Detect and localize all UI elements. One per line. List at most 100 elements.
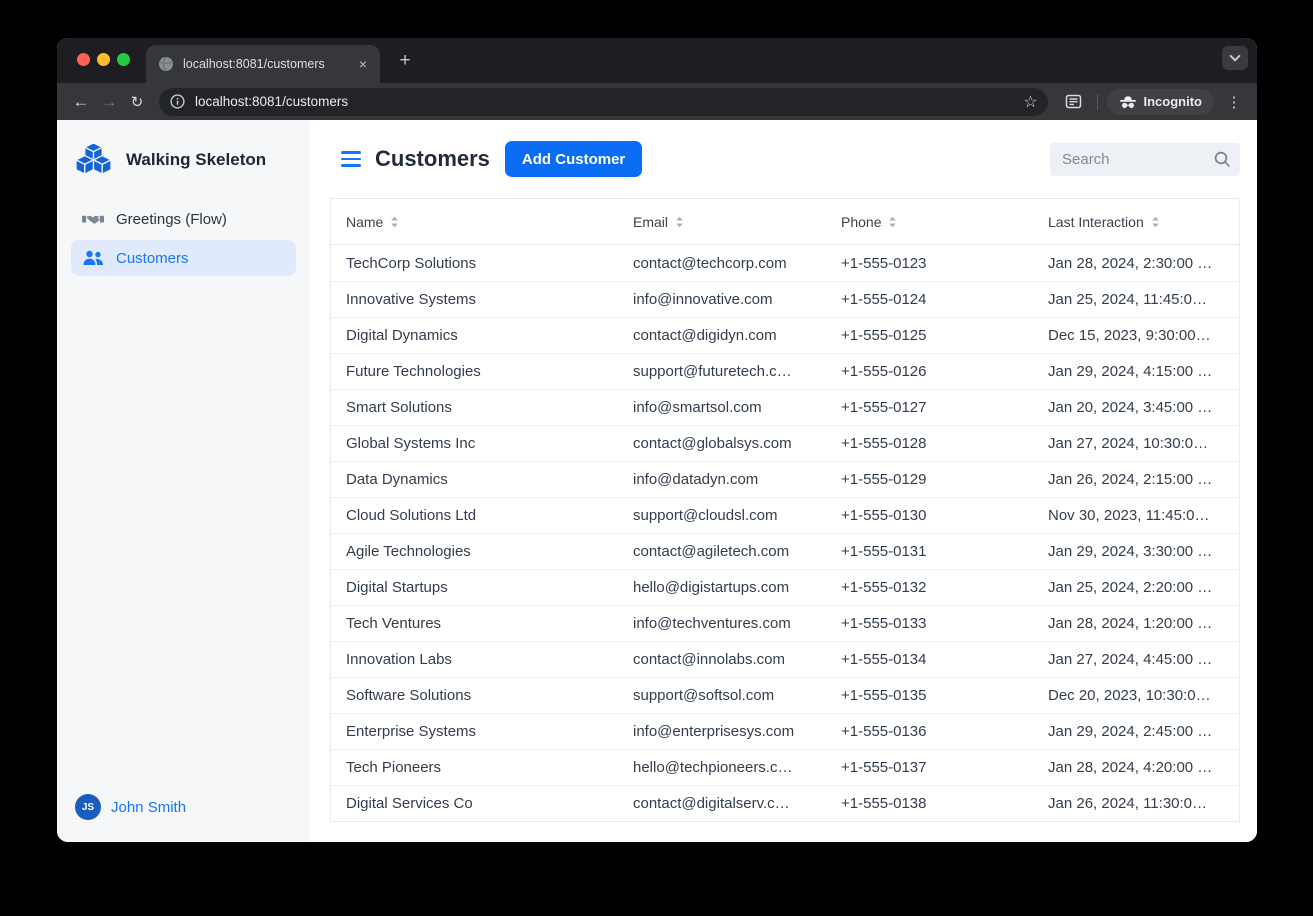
search-box — [1050, 143, 1240, 176]
app-title: Walking Skeleton — [126, 150, 266, 170]
cell-email: info@innovative.com — [618, 291, 826, 308]
sidebar-item-label: Greetings (Flow) — [116, 211, 227, 228]
table-row[interactable]: Smart Solutions info@smartsol.com +1-555… — [331, 389, 1239, 425]
cell-name: TechCorp Solutions — [331, 255, 618, 272]
app-content: Walking Skeleton Gre — [57, 120, 1257, 842]
toolbar-separator — [1097, 94, 1098, 110]
column-header[interactable]: Name — [331, 214, 618, 230]
table-row[interactable]: Data Dynamics info@datadyn.com +1-555-01… — [331, 461, 1239, 497]
cell-phone: +1-555-0131 — [826, 543, 1033, 560]
cell-last-interaction: Jan 26, 2024, 11:30:0… — [1033, 795, 1241, 812]
cell-phone: +1-555-0132 — [826, 579, 1033, 596]
table-row[interactable]: Digital Dynamics contact@digidyn.com +1-… — [331, 317, 1239, 353]
column-header[interactable]: Email — [618, 214, 826, 230]
incognito-badge: Incognito — [1107, 89, 1215, 115]
side-panel-button[interactable] — [1060, 88, 1088, 116]
cell-last-interaction: Jan 26, 2024, 2:15:00 … — [1033, 471, 1241, 488]
new-tab-button[interactable] — [393, 49, 417, 73]
user-name: John Smith — [111, 799, 186, 816]
minimize-window-button[interactable] — [97, 53, 110, 66]
table-row[interactable]: Digital Startups hello@digistartups.com … — [331, 569, 1239, 605]
cell-last-interaction: Nov 30, 2023, 11:45:0… — [1033, 507, 1241, 524]
fullscreen-window-button[interactable] — [117, 53, 130, 66]
view-header: Customers Add Customer — [310, 120, 1257, 198]
cell-name: Data Dynamics — [331, 471, 618, 488]
cell-name: Digital Startups — [331, 579, 618, 596]
table-row[interactable]: Innovative Systems info@innovative.com +… — [331, 281, 1239, 317]
incognito-icon — [1119, 95, 1137, 109]
table-row[interactable]: Tech Ventures info@techventures.com +1-5… — [331, 605, 1239, 641]
back-button[interactable] — [67, 88, 95, 116]
add-customer-button[interactable]: Add Customer — [505, 141, 642, 177]
forward-button[interactable] — [95, 88, 123, 116]
cell-phone: +1-555-0127 — [826, 399, 1033, 416]
cell-phone: +1-555-0128 — [826, 435, 1033, 452]
site-info-icon[interactable] — [167, 92, 187, 112]
cell-name: Agile Technologies — [331, 543, 618, 560]
cell-name: Digital Dynamics — [331, 327, 618, 344]
table-row[interactable]: Innovation Labs contact@innolabs.com +1-… — [331, 641, 1239, 677]
sidebar-item-greetings[interactable]: Greetings (Flow) — [71, 201, 296, 237]
cell-last-interaction: Jan 25, 2024, 11:45:0… — [1033, 291, 1241, 308]
column-header[interactable]: Phone — [826, 214, 1033, 230]
incognito-label: Incognito — [1144, 94, 1203, 109]
browser-window: localhost:8081/customers localhost:8081/… — [57, 38, 1257, 842]
search-input[interactable] — [1062, 151, 1213, 168]
bookmark-star-icon[interactable] — [1018, 89, 1044, 115]
cell-phone: +1-555-0125 — [826, 327, 1033, 344]
drawer-toggle-button[interactable] — [341, 151, 361, 167]
cell-name: Digital Services Co — [331, 795, 618, 812]
cell-name: Global Systems Inc — [331, 435, 618, 452]
cell-last-interaction: Jan 29, 2024, 3:30:00 … — [1033, 543, 1241, 560]
cell-name: Tech Pioneers — [331, 759, 618, 776]
cell-name: Cloud Solutions Ltd — [331, 507, 618, 524]
browser-menu-button[interactable] — [1221, 89, 1247, 115]
sidebar: Walking Skeleton Gre — [57, 120, 310, 842]
table-row[interactable]: Enterprise Systems info@enterprisesys.co… — [331, 713, 1239, 749]
column-header[interactable]: Last Interaction — [1033, 214, 1241, 230]
cell-last-interaction: Jan 28, 2024, 4:20:00 … — [1033, 759, 1241, 776]
table-row[interactable]: Future Technologies support@futuretech.c… — [331, 353, 1239, 389]
cell-name: Smart Solutions — [331, 399, 618, 416]
cell-email: support@softsol.com — [618, 687, 826, 704]
main-area: Customers Add Customer Name Email — [310, 120, 1257, 842]
cell-email: info@techventures.com — [618, 615, 826, 632]
side-panel-icon — [1065, 93, 1082, 110]
cell-phone: +1-555-0124 — [826, 291, 1033, 308]
cell-email: support@cloudsl.com — [618, 507, 826, 524]
browser-tab[interactable]: localhost:8081/customers — [146, 45, 380, 83]
table-row[interactable]: Agile Technologies contact@agiletech.com… — [331, 533, 1239, 569]
cell-email: info@datadyn.com — [618, 471, 826, 488]
search-icon — [1213, 150, 1232, 169]
cell-last-interaction: Jan 29, 2024, 4:15:00 … — [1033, 363, 1241, 380]
table-row[interactable]: Software Solutions support@softsol.com +… — [331, 677, 1239, 713]
table-row[interactable]: TechCorp Solutions contact@techcorp.com … — [331, 245, 1239, 281]
cell-name: Tech Ventures — [331, 615, 618, 632]
user-menu[interactable]: JS John Smith — [57, 782, 310, 842]
cell-phone: +1-555-0134 — [826, 651, 1033, 668]
hamburger-icon — [341, 151, 361, 154]
table-row[interactable]: Digital Services Co contact@digitalserv.… — [331, 785, 1239, 821]
cell-email: contact@globalsys.com — [618, 435, 826, 452]
globe-favicon-icon — [158, 56, 174, 72]
browser-toolbar: localhost:8081/customers Incognito — [57, 83, 1257, 120]
cell-phone: +1-555-0135 — [826, 687, 1033, 704]
sidebar-item-customers[interactable]: Customers — [71, 240, 296, 276]
customers-grid: Name Email Phone Last Interaction TechCo… — [330, 198, 1240, 822]
tab-search-chevron-button[interactable] — [1222, 46, 1248, 70]
cell-phone: +1-555-0123 — [826, 255, 1033, 272]
close-tab-icon[interactable] — [354, 55, 372, 73]
window-controls — [77, 53, 130, 66]
cell-email: hello@digistartups.com — [618, 579, 826, 596]
reload-button[interactable] — [123, 88, 151, 116]
table-row[interactable]: Global Systems Inc contact@globalsys.com… — [331, 425, 1239, 461]
sort-icon — [675, 216, 684, 228]
cell-phone: +1-555-0133 — [826, 615, 1033, 632]
sort-icon — [390, 216, 399, 228]
sidebar-nav: Greetings (Flow) Customers — [57, 189, 310, 276]
close-window-button[interactable] — [77, 53, 90, 66]
cell-email: contact@innolabs.com — [618, 651, 826, 668]
address-bar[interactable]: localhost:8081/customers — [159, 88, 1048, 116]
table-row[interactable]: Tech Pioneers hello@techpioneers.c… +1-5… — [331, 749, 1239, 785]
table-row[interactable]: Cloud Solutions Ltd support@cloudsl.com … — [331, 497, 1239, 533]
